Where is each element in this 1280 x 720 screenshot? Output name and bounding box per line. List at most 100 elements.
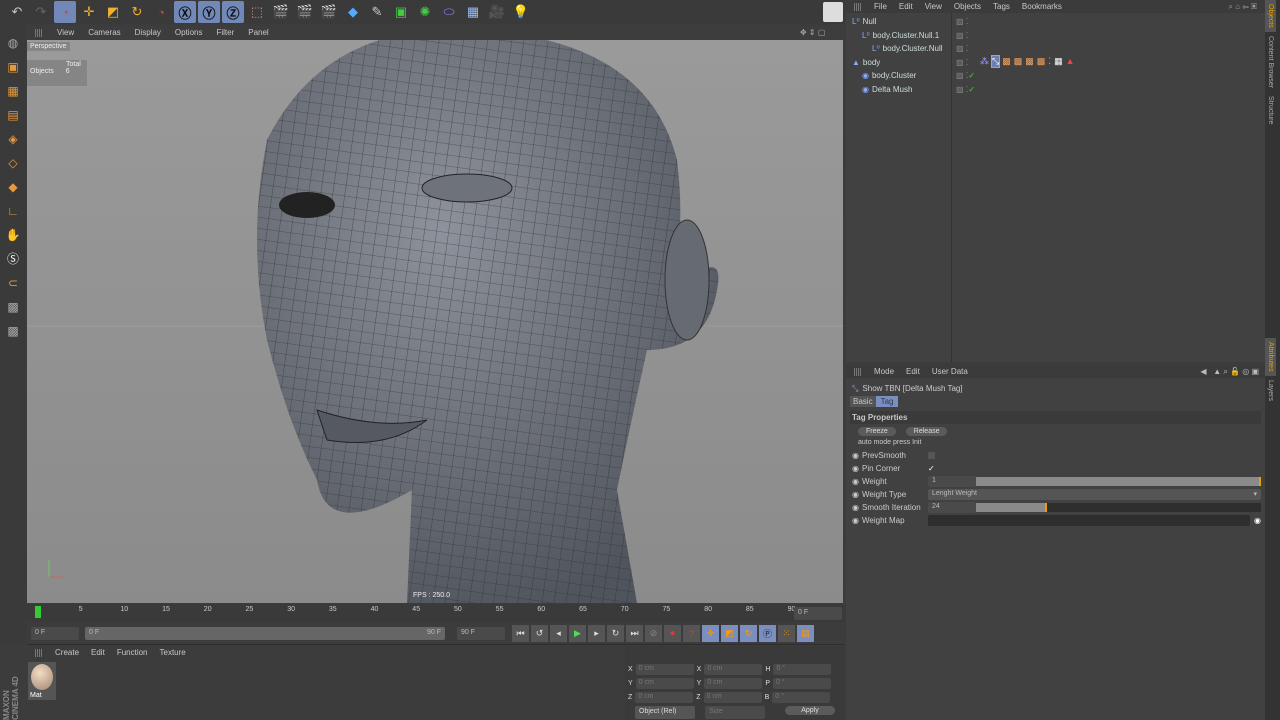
- om-search-icon[interactable]: ⌕ ⌂ ⇦ ▣: [1229, 2, 1257, 12]
- snap-icon[interactable]: Ⓢ: [3, 248, 23, 269]
- coord-size-dropdown[interactable]: Size: [705, 706, 765, 719]
- coord-mode-dropdown[interactable]: Object (Rel): [635, 706, 695, 719]
- move-icon[interactable]: ✛: [78, 1, 100, 23]
- record-icon[interactable]: ⏺: [664, 625, 681, 642]
- weight-field[interactable]: 1: [927, 476, 976, 487]
- apply-button[interactable]: Apply: [785, 706, 835, 715]
- om-menu-edit[interactable]: Edit: [899, 2, 913, 11]
- magnet-icon[interactable]: ⊂: [3, 272, 23, 293]
- weight-slider[interactable]: [975, 477, 1261, 486]
- play-icon[interactable]: ▶: [569, 625, 586, 642]
- start-frame-field[interactable]: 0 F: [31, 627, 79, 640]
- om-menu-view[interactable]: View: [925, 2, 942, 11]
- coord-field[interactable]: 0 cm: [703, 691, 762, 703]
- make-editable-icon[interactable]: ◍: [3, 32, 23, 53]
- polygons-mode-icon[interactable]: ◆: [3, 176, 23, 197]
- grid-icon[interactable]: ▩: [3, 296, 23, 317]
- render-view-icon[interactable]: 🎬: [270, 1, 292, 23]
- object-row[interactable]: ◉ body.Cluster ▨ ⁚✓: [846, 69, 1265, 83]
- material-menu-create[interactable]: Create: [55, 648, 79, 657]
- timeline-ruler[interactable]: 051015202530354045505560657075808590 0 F: [27, 604, 845, 622]
- side-tab-content-browser[interactable]: Content Browser: [1265, 32, 1276, 92]
- anim-dot-icon[interactable]: ◉: [846, 464, 862, 473]
- viewport-menu-cameras[interactable]: Cameras: [88, 28, 120, 37]
- coord-field[interactable]: 0 °: [773, 663, 832, 675]
- key-rotation-icon[interactable]: ↻: [740, 625, 757, 642]
- weight-map-link-field[interactable]: [927, 515, 1251, 526]
- material-swatch[interactable]: Mat: [28, 662, 56, 700]
- om-menu-bookmarks[interactable]: Bookmarks: [1022, 2, 1062, 11]
- next-key-icon[interactable]: ↻: [607, 625, 624, 642]
- material-menu-texture[interactable]: Texture: [160, 648, 186, 657]
- coord-field[interactable]: 0 cm: [635, 663, 694, 675]
- freeze-button[interactable]: Freeze: [858, 427, 896, 436]
- scale-icon[interactable]: ◩: [102, 1, 124, 23]
- cube-icon[interactable]: ◆: [342, 1, 364, 23]
- tab-basic[interactable]: Basic: [850, 396, 876, 407]
- playhead[interactable]: [35, 606, 41, 618]
- visibility-icon[interactable]: ▨ ⁚: [956, 44, 968, 53]
- anim-dot-icon[interactable]: ◉: [846, 490, 862, 499]
- viewport-menu-view[interactable]: View: [57, 28, 74, 37]
- material-menu-edit[interactable]: Edit: [91, 648, 105, 657]
- tag-icon[interactable]: ▩: [1037, 56, 1046, 67]
- tweak-icon[interactable]: ✋: [3, 224, 23, 245]
- spline-pen-icon[interactable]: ✎: [366, 1, 388, 23]
- viewport-menu-filter[interactable]: Filter: [216, 28, 234, 37]
- smooth-iteration-field[interactable]: 24: [927, 502, 976, 513]
- attr-menu-mode[interactable]: Mode: [874, 367, 894, 376]
- object-row[interactable]: L⁰ Null ▨ ⁚: [846, 15, 1265, 29]
- tab-tag[interactable]: Tag: [875, 396, 899, 407]
- edges-mode-icon[interactable]: ◇: [3, 152, 23, 173]
- viewport-menu-options[interactable]: Options: [175, 28, 203, 37]
- prev-frame-icon[interactable]: ◂: [550, 625, 567, 642]
- rotate-icon[interactable]: ↻: [126, 1, 148, 23]
- viewport-nav-icons[interactable]: ✥ ⇕ ▢: [800, 28, 825, 37]
- z-axis-icon[interactable]: Ⓩ: [222, 1, 244, 23]
- pick-object-icon[interactable]: ◉: [1254, 516, 1261, 525]
- release-button[interactable]: Release: [905, 427, 948, 436]
- current-frame-field[interactable]: 0 F: [794, 607, 842, 620]
- object-row[interactable]: ◉ Delta Mush ▨ ⁚✓: [846, 83, 1265, 97]
- om-menu-tags[interactable]: Tags: [993, 2, 1010, 11]
- visibility-icon[interactable]: ▨ ⁚: [956, 31, 968, 40]
- side-tab-structure[interactable]: Structure: [1265, 92, 1276, 128]
- subdivision-icon[interactable]: ▣: [390, 1, 412, 23]
- texture-mode-icon[interactable]: ▦: [3, 80, 23, 101]
- tag-icon[interactable]: ⁚: [1048, 56, 1051, 67]
- object-row[interactable]: L⁰ body.Cluster.Null ▨ ⁚: [846, 42, 1265, 56]
- layout-icon[interactable]: [823, 2, 843, 22]
- key-scale-icon[interactable]: ◩: [721, 625, 738, 642]
- prev-key-icon[interactable]: ↺: [531, 625, 548, 642]
- viewport-menu-panel[interactable]: Panel: [248, 28, 268, 37]
- light-icon[interactable]: 💡: [510, 1, 532, 23]
- model-mode-icon[interactable]: ▣: [3, 56, 23, 77]
- prevsmooth-checkbox[interactable]: [927, 452, 935, 459]
- next-frame-icon[interactable]: ▸: [588, 625, 605, 642]
- camera-icon[interactable]: 🎥: [486, 1, 508, 23]
- visibility-icon[interactable]: ▨ ⁚: [956, 58, 968, 67]
- tag-icon[interactable]: ⁂: [980, 56, 989, 67]
- render-settings-icon[interactable]: 🎬: [318, 1, 340, 23]
- y-axis-icon[interactable]: Ⓨ: [198, 1, 220, 23]
- redo-icon[interactable]: ↷: [30, 1, 52, 23]
- anim-dot-icon[interactable]: ◉: [846, 451, 862, 460]
- tag-icon[interactable]: ▩: [1014, 56, 1023, 67]
- om-menu-file[interactable]: File: [874, 2, 887, 11]
- render-picture-icon[interactable]: 🎬: [294, 1, 316, 23]
- tag-icon[interactable]: ▲: [1066, 56, 1075, 67]
- coord-field[interactable]: 0 cm: [704, 677, 763, 689]
- viewport-menu-display[interactable]: Display: [135, 28, 161, 37]
- timeline-layout-icon[interactable]: ▤: [797, 625, 814, 642]
- points-mode-icon[interactable]: ◈: [3, 128, 23, 149]
- side-tab-layers[interactable]: Layers: [1265, 376, 1276, 405]
- live-selection-icon[interactable]: ◔: [54, 1, 76, 23]
- tag-icon[interactable]: ▩: [1025, 56, 1034, 67]
- delta-mush-tag-icon[interactable]: ⤡: [990, 55, 1001, 68]
- tag-icon[interactable]: ▦: [1054, 56, 1063, 67]
- attr-menu-edit[interactable]: Edit: [906, 367, 920, 376]
- range-slider[interactable]: 0 F 90 F: [85, 627, 445, 640]
- attr-menu-user-data[interactable]: User Data: [932, 367, 968, 376]
- visibility-icon[interactable]: ▨ ⁚✓: [956, 85, 975, 94]
- visibility-icon[interactable]: ▨ ⁚: [956, 17, 968, 26]
